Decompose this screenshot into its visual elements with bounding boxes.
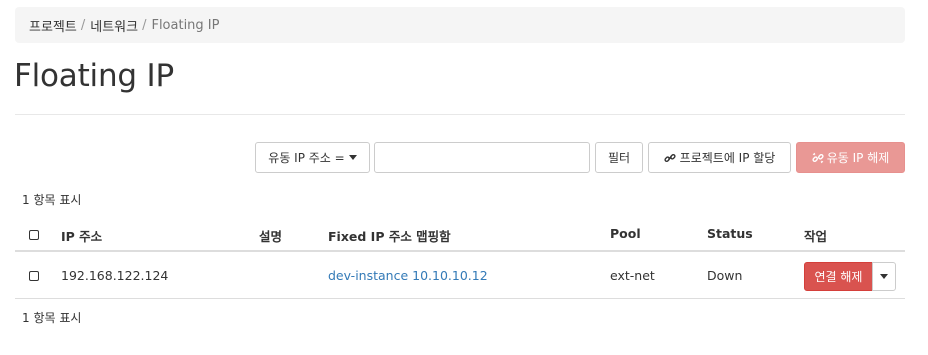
column-header-mapped[interactable]: Fixed IP 주소 맵핑함 xyxy=(328,226,451,245)
link-icon xyxy=(664,152,676,164)
release-ip-label: 유동 IP 해제 xyxy=(826,151,890,165)
table-header: IP 주소 설명 Fixed IP 주소 맵핑함 Pool Status 작업 xyxy=(15,222,905,252)
select-all-checkbox[interactable] xyxy=(29,230,39,240)
column-header-pool[interactable]: Pool xyxy=(610,226,641,241)
release-ip-button[interactable]: 유동 IP 해제 xyxy=(796,142,905,173)
caret-down-icon xyxy=(348,155,357,160)
column-header-ip[interactable]: IP 주소 xyxy=(61,226,102,245)
filter-field-label: 유동 IP 주소 = xyxy=(268,151,345,165)
cell-mapped-link[interactable]: dev-instance 10.10.10.12 xyxy=(328,268,488,283)
caret-down-icon xyxy=(880,274,888,279)
table-row: 192.168.122.124 dev-instance 10.10.10.12… xyxy=(15,253,905,299)
breadcrumb: 프로젝트 / 네트워크 / Floating IP xyxy=(15,7,905,43)
allocate-ip-button[interactable]: 프로젝트에 IP 할당 xyxy=(648,142,791,173)
disassociate-label: 연결 해제 xyxy=(814,270,863,284)
filter-field-dropdown[interactable]: 유동 IP 주소 = xyxy=(255,142,370,173)
unlink-icon xyxy=(812,152,824,164)
row-actions-dropdown-toggle[interactable] xyxy=(872,262,896,291)
item-count-bottom: 1 항목 표시 xyxy=(22,311,82,325)
column-header-description[interactable]: 설명 xyxy=(259,226,282,245)
cell-ip: 192.168.122.124 xyxy=(61,268,169,283)
filter-button-label: 필터 xyxy=(607,151,631,165)
disassociate-button[interactable]: 연결 해제 xyxy=(804,262,873,291)
breadcrumb-item-network[interactable]: 네트워크 xyxy=(90,16,138,35)
allocate-ip-label: 프로젝트에 IP 할당 xyxy=(679,151,776,165)
item-count-top: 1 항목 표시 xyxy=(22,193,82,207)
column-header-actions: 작업 xyxy=(804,229,828,244)
cell-pool: ext-net xyxy=(610,268,655,283)
breadcrumb-item-project[interactable]: 프로젝트 xyxy=(29,16,77,35)
filter-button[interactable]: 필터 xyxy=(595,142,643,173)
column-header-status[interactable]: Status xyxy=(707,226,753,241)
breadcrumb-current: Floating IP xyxy=(151,17,220,33)
filter-input[interactable] xyxy=(374,142,590,173)
breadcrumb-separator: / xyxy=(142,17,147,33)
title-divider xyxy=(15,114,905,115)
breadcrumb-separator: / xyxy=(80,17,86,33)
page-title: Floating IP xyxy=(14,58,174,94)
cell-status: Down xyxy=(707,268,743,283)
row-checkbox[interactable] xyxy=(29,271,39,281)
